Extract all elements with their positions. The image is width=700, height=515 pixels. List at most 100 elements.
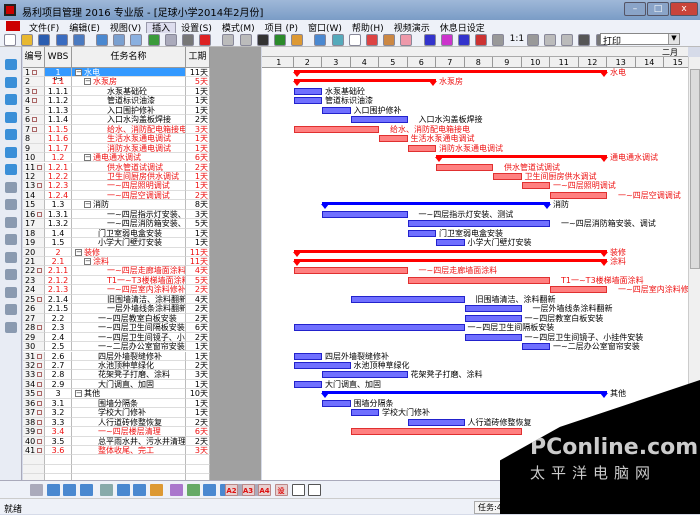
duration-cell[interactable]: 1天 [186, 408, 210, 418]
task-bar[interactable] [293, 352, 322, 360]
wbs-cell[interactable]: 1.1.5 [45, 124, 72, 135]
chart-icon[interactable] [383, 34, 396, 46]
duration-cell[interactable]: 10天 [186, 389, 210, 399]
page-size-button[interactable]: 设 [274, 484, 288, 496]
view-button-icon[interactable] [46, 484, 60, 496]
table-row[interactable]: 11 1.2.1 供水管道试调试 2天 [23, 162, 210, 172]
collapse-toggle-icon[interactable]: − [84, 154, 91, 162]
table-row[interactable]: 23 2.1.2 T1一~T3楼梯墙面涂料 5天 [23, 275, 210, 286]
duration-cell[interactable]: 1天 [186, 228, 210, 239]
duration-cell[interactable]: 11天 [186, 247, 210, 257]
expand-icon[interactable] [423, 34, 436, 46]
task-bar[interactable] [550, 191, 607, 199]
wbs-cell[interactable]: 1.1.1 [45, 86, 72, 97]
table-row[interactable]: 4 1.1.2 管道标识油漆 1天 [23, 96, 210, 106]
table-row[interactable]: 41 3.6 整体收尾、完工 3天 [23, 446, 210, 456]
task-bar[interactable] [379, 135, 408, 143]
wbs-cell[interactable]: 2.7 [45, 360, 72, 371]
duration-cell[interactable]: 5天 [186, 77, 210, 87]
page-size-button[interactable]: A3 [241, 484, 255, 496]
task-name-cell[interactable]: 门卫室弱电盒安装 [72, 228, 186, 239]
task-name-cell[interactable]: − 消防 [72, 200, 186, 210]
duration-cell[interactable]: 2天 [186, 313, 210, 324]
task-bar[interactable] [350, 428, 522, 436]
print-setup-icon[interactable] [113, 34, 126, 46]
wbs-cell[interactable]: 2.1.5 [45, 304, 72, 314]
task-bar[interactable] [550, 286, 607, 294]
task-bar[interactable] [407, 418, 465, 426]
qq-icon[interactable] [291, 34, 304, 46]
task-name-cell[interactable]: 花架凳子打磨、涂料 [72, 370, 186, 380]
task-name-cell[interactable]: 供水管道试调试 [72, 162, 186, 172]
table-row[interactable]: 25 2.1.4 旧围墙清洁、涂料翻新 4天 [23, 294, 210, 305]
task-bar[interactable] [293, 97, 322, 105]
text-icon[interactable] [348, 34, 361, 46]
note-icon[interactable] [37, 419, 43, 425]
task-name-cell[interactable]: − 涂料 [72, 257, 186, 267]
duration-cell[interactable]: 5天 [186, 275, 210, 286]
duration-cell[interactable]: 1天 [186, 398, 210, 409]
note-icon[interactable] [32, 117, 38, 123]
task-name-cell[interactable]: − 水电 [72, 68, 186, 78]
wbs-cell[interactable]: 2.8 [45, 370, 72, 380]
duration-cell[interactable]: 3天 [186, 209, 210, 220]
header-number[interactable]: 编号 [23, 47, 45, 68]
table-row[interactable]: 27 2.2 一~四层教室白板安装 2天 [23, 313, 210, 324]
wbs-cell[interactable]: 1.5 [45, 238, 72, 248]
summary-bar[interactable] [321, 202, 551, 210]
task-name-cell[interactable]: 总平雨水井、污水井清理 [72, 436, 186, 446]
view-button-icon[interactable] [79, 484, 93, 496]
note-icon[interactable] [32, 98, 38, 104]
task-bar[interactable] [464, 333, 522, 341]
view-button-icon[interactable] [203, 484, 216, 496]
scrollbar-thumb[interactable] [690, 69, 700, 269]
duration-cell[interactable]: 6天 [186, 427, 210, 437]
table-row[interactable]: 15 1.3− 消防 8天 [23, 200, 210, 210]
task-name-cell[interactable]: 一~四层教室白板安装 [72, 313, 186, 324]
shift-down-icon[interactable] [475, 34, 488, 46]
outdent-icon[interactable] [5, 146, 17, 158]
table-row[interactable]: 13 1.2.3 一~四层照明调试 1天 [23, 181, 210, 191]
task-bar[interactable] [350, 116, 408, 124]
wbs-cell[interactable]: 2.1.4 [45, 294, 72, 305]
note-icon[interactable] [37, 296, 43, 302]
table-row[interactable]: 20 2− 装修 11天 [23, 247, 210, 257]
table-row[interactable]: 16 1.3.1 一~四层指示灯安装、测试3天 [23, 209, 210, 220]
new-icon[interactable] [4, 34, 16, 46]
task-name-cell[interactable]: 生活水泵通电调试 [72, 134, 186, 144]
open-icon[interactable] [21, 34, 34, 46]
note-icon[interactable] [37, 391, 43, 397]
note-icon[interactable] [37, 429, 43, 435]
duration-cell[interactable]: 1天 [186, 171, 210, 182]
wbs-cell[interactable]: 1.2 [45, 153, 72, 163]
add-icon[interactable] [5, 94, 17, 105]
wbs-cell[interactable]: 1.2.1 [45, 162, 72, 172]
table-row[interactable]: 6 1.1.4 入口水沟盖板焊接 2天 [23, 115, 210, 125]
task-name-cell[interactable]: 一~四层指示灯安装、测试 [72, 209, 186, 220]
note-icon[interactable] [37, 438, 43, 444]
task-name-cell[interactable]: 入口水沟盖板焊接 [72, 115, 186, 125]
table-row[interactable]: 10 1.2− 通电通水调试 6天 [23, 153, 210, 163]
task-name-cell[interactable]: 一~四层走廊墙面涂料 [72, 266, 186, 276]
empty-row[interactable] [23, 455, 210, 465]
summary-bar[interactable] [435, 155, 608, 163]
split-icon[interactable] [5, 181, 17, 193]
task-bar[interactable] [464, 314, 522, 322]
table-row[interactable]: 35 3− 其他 10天 [23, 389, 210, 399]
duration-cell[interactable]: 6天 [186, 153, 210, 163]
table-row[interactable]: 31 2.6 四层外墙裂缝修补 1天 [23, 351, 210, 361]
duration-cell[interactable]: 1天 [186, 143, 210, 154]
task-name-cell[interactable]: 人行道砖修整恢复 [72, 417, 186, 428]
delete-icon[interactable] [199, 34, 212, 46]
fit-icon[interactable] [544, 34, 556, 46]
task-name-cell[interactable]: 学校大门修补 [72, 408, 186, 418]
link-icon[interactable] [5, 164, 17, 175]
table-row[interactable]: 3 1.1.1 水泵基础砼 1天 [23, 86, 210, 97]
duration-cell[interactable]: 1天 [186, 351, 210, 361]
task-name-cell[interactable]: T1一~T3楼梯墙面涂料 [72, 275, 186, 286]
task-name-cell[interactable]: 围墙分隔条 [72, 398, 186, 409]
duration-cell[interactable]: 1天 [186, 342, 210, 352]
wbs-cell[interactable]: 3.6 [45, 446, 72, 456]
note-icon[interactable] [37, 211, 43, 217]
page-size-button[interactable]: A2 [225, 484, 238, 496]
